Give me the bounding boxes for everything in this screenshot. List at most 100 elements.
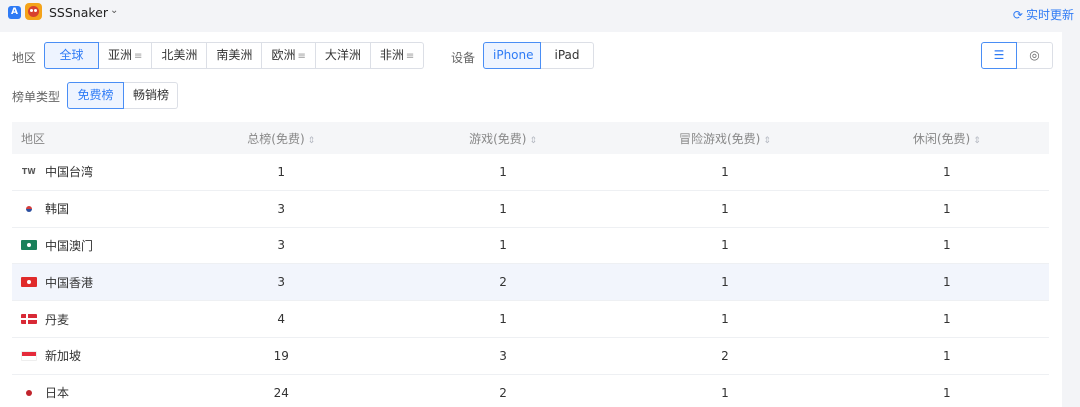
flag-mo-icon <box>21 240 37 251</box>
flag-dk-icon <box>21 314 37 325</box>
region-option-europe[interactable]: 欧洲 ≡ <box>262 42 316 69</box>
realtime-update-button[interactable]: ⟳ 实时更新 <box>1013 6 1074 23</box>
menu-icon: ≡ <box>297 51 306 62</box>
ranking-table: 地区 总榜(免费) ⇕ 游戏(免费) ⇕ 冒险游戏(免费) ⇕ 休闲(免费) ⇕ TW 中… <box>12 122 1049 407</box>
region-name: 丹麦 <box>45 312 70 327</box>
adventure-rank: 1 <box>721 275 729 290</box>
table-row[interactable]: 日本 24 2 1 1 <box>12 375 1049 407</box>
region-option-south-america[interactable]: 南美洲 <box>207 42 263 69</box>
device-label: 设备 <box>451 51 476 65</box>
app-icon <box>25 3 42 20</box>
region-name: 新加坡 <box>45 349 82 364</box>
sort-icon[interactable]: ⇕ <box>308 136 316 146</box>
flag-jp-icon <box>21 387 37 398</box>
flag-kr-icon <box>21 203 37 214</box>
menu-icon: ≡ <box>405 51 415 62</box>
table-header: 地区 总榜(免费) ⇕ 游戏(免费) ⇕ 冒险游戏(免费) ⇕ 休闲(免费) ⇕ <box>12 122 1049 154</box>
globe-view-button[interactable]: ◎ <box>1017 42 1053 69</box>
sort-icon[interactable]: ⇕ <box>763 136 771 146</box>
table-row[interactable]: 丹麦 4 1 1 1 <box>12 301 1049 338</box>
chart-type-label: 榜单类型 <box>12 90 61 104</box>
casual-rank: 1 <box>942 385 951 400</box>
chart-type-selector: 免费榜 畅销榜 <box>67 82 178 109</box>
globe-icon: ◎ <box>1029 48 1040 62</box>
overall-rank: 19 <box>273 348 289 363</box>
adventure-rank: 1 <box>721 312 729 327</box>
realtime-label: 实时更新 <box>1025 8 1074 22</box>
region-cell: 日本 <box>12 384 162 401</box>
region-option-asia[interactable]: 亚洲 ≡ <box>99 42 153 69</box>
menu-icon: ≡ <box>134 51 143 62</box>
chart-type-free[interactable]: 免费榜 <box>67 82 124 109</box>
casual-rank: 1 <box>942 164 951 179</box>
view-toggle: ☰ ◎ <box>981 42 1053 69</box>
adventure-rank: 2 <box>721 348 729 363</box>
region-cell: 中国香港 <box>12 274 162 291</box>
table-row[interactable]: 新加坡 19 3 2 1 <box>12 338 1049 375</box>
flag-tw-icon: TW <box>22 166 36 176</box>
table-row[interactable]: TW 中国台湾 1 1 1 1 <box>12 154 1049 191</box>
region-cell: 新加坡 <box>12 347 162 364</box>
casual-rank: 1 <box>942 201 951 216</box>
region-option-africa[interactable]: 非洲 ≡ <box>370 42 425 69</box>
flag-hk-icon <box>21 277 37 288</box>
region-label: 地区 <box>12 51 37 65</box>
table-row[interactable]: 中国香港 3 2 1 1 <box>12 264 1049 302</box>
region-option-north-america[interactable]: 北美洲 <box>152 42 208 69</box>
adventure-rank: 1 <box>721 385 729 400</box>
region-name: 日本 <box>45 386 70 401</box>
column-header-games[interactable]: 游戏(免费) ⇕ <box>401 130 605 147</box>
games-rank: 2 <box>499 385 507 400</box>
adventure-rank: 1 <box>721 201 729 216</box>
app-name[interactable]: SSSnaker <box>49 5 108 20</box>
adventure-rank: 1 <box>721 238 729 253</box>
overall-rank: 3 <box>277 238 286 253</box>
table-row[interactable]: 韩国 3 1 1 1 <box>12 191 1049 228</box>
casual-rank: 1 <box>942 348 951 363</box>
column-header-region: 地区 <box>21 131 46 146</box>
games-rank: 1 <box>499 238 507 253</box>
region-name: 中国香港 <box>45 275 94 290</box>
casual-rank: 1 <box>942 312 951 327</box>
adventure-rank: 1 <box>721 164 729 179</box>
games-rank: 1 <box>499 312 507 327</box>
table-body: TW 中国台湾 1 1 1 1 韩国 3 1 1 1 中国澳门 3 1 1 1 中国香港 3 2 1 1 丹麦 4 1 1 1 新加… <box>12 154 1049 407</box>
region-cell: 丹麦 <box>12 311 162 328</box>
games-rank: 2 <box>499 275 507 290</box>
sort-icon[interactable]: ⇕ <box>530 136 538 146</box>
sort-icon[interactable]: ⇕ <box>973 136 981 146</box>
games-rank: 1 <box>499 201 507 216</box>
overall-rank: 3 <box>277 275 286 290</box>
column-header-overall[interactable]: 总榜(免费) ⇕ <box>162 130 401 147</box>
column-header-adventure[interactable]: 冒险游戏(免费) ⇕ <box>605 130 844 147</box>
region-cell: 韩国 <box>12 200 162 217</box>
casual-rank: 1 <box>942 238 951 253</box>
refresh-icon: ⟳ <box>1012 7 1023 22</box>
region-name: 韩国 <box>45 202 70 217</box>
games-rank: 3 <box>499 348 507 363</box>
device-option-ipad[interactable]: iPad <box>541 42 594 69</box>
app-store-icon: A <box>8 6 21 19</box>
region-cell: 中国澳门 <box>12 237 162 254</box>
region-selector: 全球 亚洲 ≡ 北美洲 南美洲 欧洲 ≡ 大洋洲 非洲 ≡ <box>44 42 425 69</box>
flag-sg-icon <box>21 350 37 361</box>
region-option-global[interactable]: 全球 <box>44 42 99 69</box>
overall-rank: 24 <box>273 385 289 400</box>
region-cell: TW 中国台湾 <box>12 163 162 180</box>
list-view-button[interactable]: ☰ <box>981 42 1017 69</box>
main-panel: 地区 全球 亚洲 ≡ 北美洲 南美洲 欧洲 ≡ 大洋洲 非洲 ≡ 设备 iPhone … <box>0 32 1062 407</box>
device-option-iphone[interactable]: iPhone <box>483 42 541 69</box>
table-row[interactable]: 中国澳门 3 1 1 1 <box>12 228 1049 265</box>
column-header-casual[interactable]: 休闲(免费) ⇕ <box>845 130 1049 147</box>
games-rank: 1 <box>499 164 507 179</box>
casual-rank: 1 <box>942 275 951 290</box>
region-name: 中国澳门 <box>45 238 94 253</box>
device-selector: iPhone iPad <box>483 42 594 69</box>
overall-rank: 1 <box>277 164 286 179</box>
overall-rank: 4 <box>277 312 286 327</box>
chevron-down-icon[interactable]: ⌄ <box>110 5 118 16</box>
chart-type-grossing[interactable]: 畅销榜 <box>124 82 178 109</box>
region-option-oceania[interactable]: 大洋洲 <box>315 42 371 69</box>
list-icon: ☰ <box>993 48 1005 62</box>
overall-rank: 3 <box>277 201 286 216</box>
